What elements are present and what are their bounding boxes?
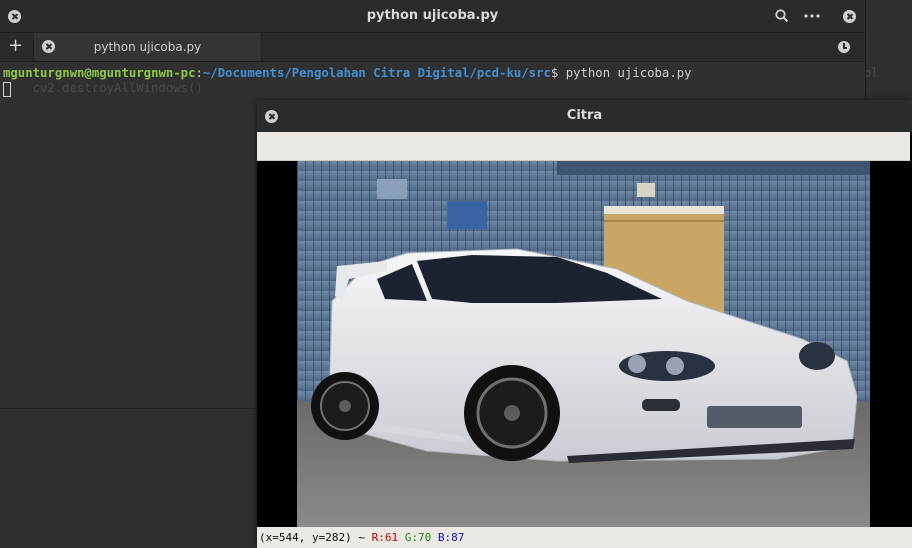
tab-bar: + python ujicoba.py xyxy=(0,33,865,62)
tab-ujicoba[interactable]: python ujicoba.py xyxy=(33,33,262,61)
command-text: python ujicoba.py xyxy=(565,66,692,80)
search-icon[interactable] xyxy=(775,9,789,23)
tab-label: python ujicoba.py xyxy=(93,40,202,54)
image-window-header: Citra xyxy=(257,100,912,132)
prompt-separator: : xyxy=(195,66,203,80)
ghost-code-line: cv2.destroyAllWindows() xyxy=(3,81,203,95)
terminal-title: python ujicoba.py xyxy=(366,8,499,23)
image-toolbar xyxy=(257,132,910,161)
background-editor-text: ol xyxy=(864,66,879,80)
terminal-header: python ujicoba.py xyxy=(0,0,865,33)
prompt-user: mgunturgnwn@mgunturgnwn-pc xyxy=(3,66,196,80)
status-blue-value: B:87 xyxy=(437,531,465,544)
image-canvas[interactable] xyxy=(257,161,912,527)
terminal-cursor xyxy=(3,82,11,97)
image-window: Citra (x=544, y=282) ~ R:61 G:70 B:87 xyxy=(257,100,912,548)
status-coords: (x=544, y=282) ~ xyxy=(259,531,372,544)
image-window-title: Citra xyxy=(566,108,603,123)
window-close-icon[interactable] xyxy=(843,10,856,23)
status-red-value: R:61 xyxy=(371,531,399,544)
status-bar: (x=544, y=282) ~ R:61 G:70 B:87 xyxy=(257,527,912,548)
prompt-dollar: $ xyxy=(550,66,566,80)
desktop: ol python ujicoba.py + python ujicoba.py xyxy=(0,0,912,548)
terminal-output[interactable]: mgunturgnwn@mgunturgnwn-pc:~/Documents/P… xyxy=(3,66,692,96)
new-tab-button[interactable]: + xyxy=(8,37,23,55)
menu-icon[interactable] xyxy=(804,14,820,18)
prompt-path: ~/Documents/Pengolahan Citra Digital/pcd… xyxy=(202,66,551,80)
history-icon[interactable] xyxy=(838,41,850,53)
status-green-value: G:70 xyxy=(404,531,432,544)
car-photo xyxy=(257,161,912,527)
